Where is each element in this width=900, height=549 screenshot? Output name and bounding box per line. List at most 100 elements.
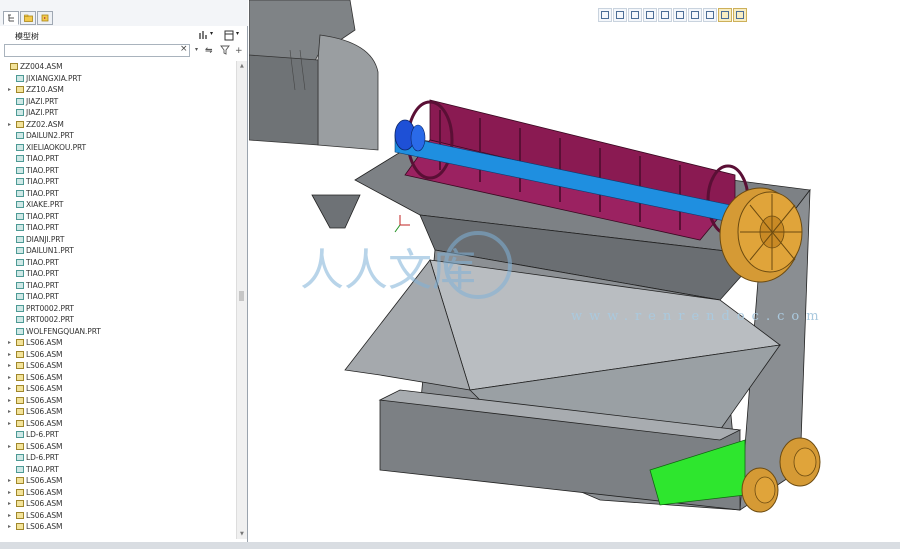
expand-arrow-icon[interactable]: ▸ — [8, 337, 14, 349]
tree-row[interactable]: TIAO.PRT — [0, 291, 236, 303]
tree-row[interactable]: TIAO.PRT — [0, 280, 236, 292]
tree-row[interactable]: ▸ LS06.ASM — [0, 360, 236, 372]
tree-row[interactable]: PRT0002.PRT — [0, 314, 236, 326]
show-columns-icon[interactable] — [224, 30, 235, 41]
expand-arrow-icon[interactable]: ▸ — [8, 406, 14, 418]
tree-item-label: DAILUN2.PRT — [26, 131, 74, 140]
scroll-thumb[interactable] — [239, 291, 244, 301]
tree-row[interactable]: ▸ LS06.ASM — [0, 349, 236, 361]
datum-display-icon — [721, 11, 729, 19]
tree-item-label: TIAO.PRT — [26, 188, 59, 198]
tree-row[interactable]: TIAO.PRT — [0, 188, 236, 200]
expand-arrow-icon[interactable]: ▸ — [8, 84, 14, 96]
filter-icon[interactable] — [220, 45, 230, 55]
tree-row[interactable]: TIAO.PRT — [0, 176, 236, 188]
tree-row[interactable]: ▸ LS06.ASM — [0, 441, 236, 453]
saved-views-button[interactable] — [688, 8, 702, 22]
tree-row[interactable]: TIAO.PRT — [0, 222, 236, 234]
tree-row[interactable]: ▸ ZZ02.ASM — [0, 119, 236, 131]
tree-row[interactable]: JIXIANGXIA.PRT — [0, 73, 236, 85]
graphics-viewport[interactable]: 人人文库 www.renrendoc.com — [249, 0, 900, 542]
tree-item-label: LS06.ASM — [26, 407, 63, 416]
tree-row[interactable]: ▸ LS06.ASM — [0, 395, 236, 407]
tree-row[interactable]: ▸ LS06.ASM — [0, 521, 236, 533]
tree-row[interactable]: TIAO.PRT — [0, 268, 236, 280]
tree-row[interactable]: ▸ LS06.ASM — [0, 510, 236, 522]
tree-row[interactable]: JIAZI.PRT — [0, 107, 236, 119]
tree-row[interactable]: WOLFENGQUAN.PRT — [0, 326, 236, 338]
expand-arrow-icon[interactable]: ▸ — [8, 521, 14, 533]
expand-arrow-icon[interactable]: ▸ — [8, 475, 14, 487]
tree-row[interactable]: DIANJI.PRT — [0, 234, 236, 246]
zoom-in-button[interactable] — [613, 8, 627, 22]
part-icon — [16, 465, 24, 473]
tree-item-label: TIAO.PRT — [26, 257, 59, 267]
expand-arrow-icon[interactable]: ▸ — [8, 418, 14, 430]
tree-row[interactable]: PRT0002.PRT — [0, 303, 236, 315]
tree-row[interactable]: DAILUN2.PRT — [0, 130, 236, 142]
assembly-icon — [16, 396, 24, 404]
expand-arrow-icon[interactable]: ▸ — [8, 372, 14, 384]
favorites-icon — [41, 14, 49, 22]
tree-settings-icon[interactable] — [198, 30, 209, 41]
expand-arrow-icon[interactable]: ▸ — [8, 119, 14, 131]
expand-arrow-icon[interactable]: ▸ — [8, 487, 14, 499]
expand-arrow-icon[interactable]: ▸ — [8, 395, 14, 407]
zoom-out-button[interactable] — [628, 8, 642, 22]
tree-row[interactable]: ▸ ZZ10.ASM — [0, 84, 236, 96]
clear-icon[interactable]: × — [180, 44, 188, 54]
tree-row[interactable]: TIAO.PRT — [0, 153, 236, 165]
tree-row[interactable]: ▸ LS06.ASM — [0, 418, 236, 430]
display-style-button[interactable] — [703, 8, 717, 22]
chevron-down-icon[interactable]: ▾ — [236, 30, 239, 37]
tree-row[interactable]: ▸ LS06.ASM — [0, 487, 236, 499]
tree-row[interactable]: LD-6.PRT — [0, 452, 236, 464]
chevron-down-icon[interactable]: ▾ — [210, 30, 213, 37]
tree-row[interactable]: TIAO.PRT — [0, 165, 236, 177]
tree-row[interactable]: ▸ LS06.ASM — [0, 383, 236, 395]
tree-row[interactable]: TIAO.PRT — [0, 211, 236, 223]
datum-display-button[interactable] — [718, 8, 732, 22]
add-icon[interactable]: + — [235, 46, 243, 56]
expand-arrow-icon[interactable]: ▸ — [8, 441, 14, 453]
tree-row[interactable]: ▸ LS06.ASM — [0, 372, 236, 384]
expand-arrow-icon[interactable]: ▸ — [8, 349, 14, 361]
assembly-icon — [16, 477, 24, 484]
part-icon — [16, 166, 24, 174]
part-icon — [16, 97, 24, 105]
tree-row[interactable]: TIAO.PRT — [0, 464, 236, 476]
part-icon — [16, 143, 24, 151]
tab-model-tree[interactable] — [3, 11, 19, 25]
tree-row[interactable]: ▸ LS06.ASM — [0, 406, 236, 418]
tree-row[interactable]: ▸ LS06.ASM — [0, 337, 236, 349]
refit-button[interactable] — [643, 8, 657, 22]
orientation-button[interactable] — [673, 8, 687, 22]
tree-row[interactable]: ▸ LS06.ASM — [0, 475, 236, 487]
tree-row[interactable]: DAILUN1.PRT — [0, 245, 236, 257]
tree-row[interactable]: TIAO.PRT — [0, 257, 236, 269]
tree-row[interactable]: ZZ004.ASM — [0, 61, 236, 73]
expand-arrow-icon[interactable]: ▸ — [8, 383, 14, 395]
scroll-down-arrow[interactable]: ▼ — [240, 531, 244, 537]
tree-row[interactable]: ▸ LS06.ASM — [0, 498, 236, 510]
expand-arrow-icon[interactable]: ▸ — [8, 360, 14, 372]
tree-item-label: LS06.ASM — [26, 476, 63, 485]
search-find-icon[interactable]: ⇋ — [205, 46, 213, 56]
tree-row[interactable]: XIELIAOKOU.PRT — [0, 142, 236, 154]
chevron-down-icon[interactable]: ▾ — [195, 46, 198, 53]
part-icon — [16, 431, 24, 438]
spin-center-button[interactable] — [733, 8, 747, 22]
expand-arrow-icon[interactable]: ▸ — [8, 498, 14, 510]
scroll-up-arrow[interactable]: ▲ — [240, 63, 244, 69]
model-tree: ZZ004.ASM JIXIANGXIA.PRT ▸ ZZ10.ASM JIAZI.PR… — [0, 61, 236, 539]
tree-scrollbar[interactable]: ▲ ▼ — [236, 61, 247, 539]
tab-favorites[interactable] — [37, 11, 53, 25]
tree-search-input[interactable] — [4, 44, 190, 57]
zoom-window-button[interactable] — [598, 8, 612, 22]
repaint-button[interactable] — [658, 8, 672, 22]
expand-arrow-icon[interactable]: ▸ — [8, 510, 14, 522]
tree-row[interactable]: XIAKE.PRT — [0, 199, 236, 211]
tree-row[interactable]: LD-6.PRT — [0, 429, 236, 441]
tab-folder-browser[interactable] — [20, 11, 36, 25]
tree-row[interactable]: JIAZI.PRT — [0, 96, 236, 108]
